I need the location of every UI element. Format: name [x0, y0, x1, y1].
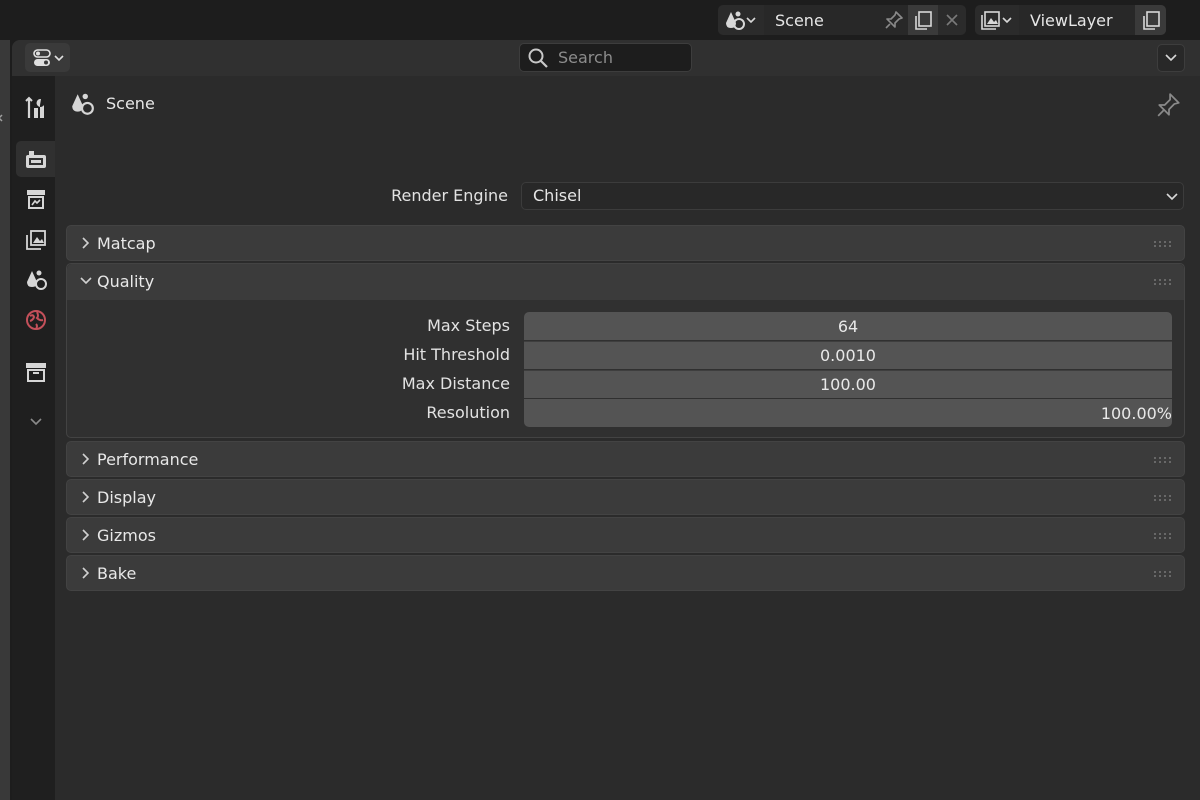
editor-type-button[interactable]: [25, 43, 70, 72]
drag-handle-icon[interactable]: [1154, 495, 1172, 501]
panel-quality-header[interactable]: [67, 264, 1184, 300]
collection-icon: [25, 363, 46, 382]
scene-name-field[interactable]: Scene: [764, 5, 880, 35]
world-icon: [25, 310, 46, 330]
close-icon: [946, 14, 958, 26]
adjacent-editor-edge: [0, 40, 10, 800]
scene-pin-button[interactable]: [880, 5, 908, 35]
chevron-right-icon: [82, 491, 90, 503]
render-engine-value: Chisel: [533, 186, 582, 205]
tab-output[interactable]: [16, 181, 55, 217]
view-layer-new-button[interactable]: [1135, 5, 1166, 35]
max-steps-value: 64: [837, 316, 859, 336]
view-layer-icon: [25, 230, 46, 250]
max-steps-label: Max Steps: [427, 316, 510, 335]
hit-threshold-field[interactable]: 0.0010: [524, 341, 1172, 369]
resolution-label: Resolution: [426, 403, 510, 422]
properties-editor: Search Scene Render Engine Chisel Matcap…: [12, 40, 1200, 800]
render-engine-label: Render Engine: [391, 186, 508, 205]
chevron-down-icon: [1165, 54, 1177, 62]
panel-title: Bake: [97, 564, 137, 583]
chevron-right-icon: [82, 453, 90, 465]
scene-icon: [72, 93, 94, 115]
render-engine-dropdown[interactable]: Chisel: [521, 182, 1184, 210]
panel-performance[interactable]: Performance: [66, 441, 1185, 477]
tab-scene[interactable]: [16, 262, 55, 298]
drag-handle-icon[interactable]: [1154, 533, 1172, 539]
max-distance-value: 100.00: [820, 375, 876, 394]
chevron-right-icon: [82, 567, 90, 579]
panel-quality: Quality Max Steps 64 Hit Threshold 0.001…: [66, 263, 1185, 438]
close-icon: [0, 114, 3, 122]
panel-title: Display: [97, 488, 156, 507]
search-field[interactable]: Search: [519, 43, 692, 72]
panel-title: Performance: [97, 450, 199, 469]
properties-tabs: [12, 76, 55, 800]
view-layer-name-field[interactable]: ViewLayer: [1019, 5, 1135, 35]
view-layer-selector: ViewLayer: [975, 5, 1166, 35]
tab-view-layer[interactable]: [16, 222, 55, 258]
chevron-down-icon: [29, 418, 42, 426]
properties-content: Scene Render Engine Chisel Matcap Qualit…: [55, 76, 1200, 800]
drag-handle-icon[interactable]: [1154, 457, 1172, 463]
drag-handle-icon[interactable]: [1154, 279, 1172, 285]
scene-selector: Scene: [718, 5, 966, 35]
scene-new-button[interactable]: [908, 5, 938, 35]
drag-handle-icon[interactable]: [1154, 571, 1172, 577]
panel-matcap[interactable]: Matcap: [66, 225, 1185, 261]
search-icon: [528, 48, 548, 68]
options-dropdown-button[interactable]: [1157, 44, 1185, 72]
tab-render[interactable]: [16, 141, 55, 177]
properties-icon: [32, 48, 64, 66]
chevron-down-icon: [80, 277, 92, 285]
tool-icon: [24, 96, 44, 118]
tab-collection[interactable]: [16, 354, 55, 390]
duplicate-icon: [1142, 11, 1160, 30]
hit-threshold-value: 0.0010: [820, 346, 876, 365]
render-icon: [25, 151, 46, 168]
editor-header: Search: [12, 40, 1200, 76]
scene-icon: [26, 270, 47, 290]
panel-bake[interactable]: Bake: [66, 555, 1185, 591]
tab-world[interactable]: [16, 302, 55, 338]
panel-title: Quality: [97, 272, 155, 291]
duplicate-icon: [915, 11, 932, 30]
max-distance-field[interactable]: 100.00: [524, 370, 1172, 398]
view-layer-icon: [981, 11, 1012, 30]
pin-icon[interactable]: [1156, 92, 1182, 118]
resolution-slider[interactable]: 100.00%: [524, 399, 1172, 427]
panel-gizmos[interactable]: Gizmos: [66, 517, 1185, 553]
chevron-right-icon: [82, 237, 90, 249]
scene-icon: [726, 11, 756, 30]
output-icon: [26, 190, 45, 209]
scene-delete-button[interactable]: [938, 5, 966, 35]
max-steps-field[interactable]: 64: [524, 312, 1172, 340]
resolution-value: 100.00%: [1100, 403, 1172, 423]
scene-browse-button[interactable]: [718, 5, 764, 35]
panel-title: Matcap: [97, 234, 156, 253]
pin-icon: [885, 11, 903, 29]
max-distance-label: Max Distance: [401, 374, 510, 393]
chevron-down-icon: [1166, 193, 1178, 201]
panel-display[interactable]: Display: [66, 479, 1185, 515]
search-placeholder: Search: [558, 48, 613, 67]
context-title: Scene: [106, 94, 155, 113]
drag-handle-icon[interactable]: [1154, 241, 1172, 247]
tab-tool[interactable]: [16, 90, 55, 126]
hit-threshold-label: Hit Threshold: [403, 345, 510, 364]
chevron-right-icon: [82, 529, 90, 541]
view-layer-browse-button[interactable]: [975, 5, 1019, 35]
top-header: Scene ViewLayer: [0, 0, 1200, 40]
panel-title: Gizmos: [97, 526, 156, 545]
tabs-more-button[interactable]: [16, 404, 55, 440]
